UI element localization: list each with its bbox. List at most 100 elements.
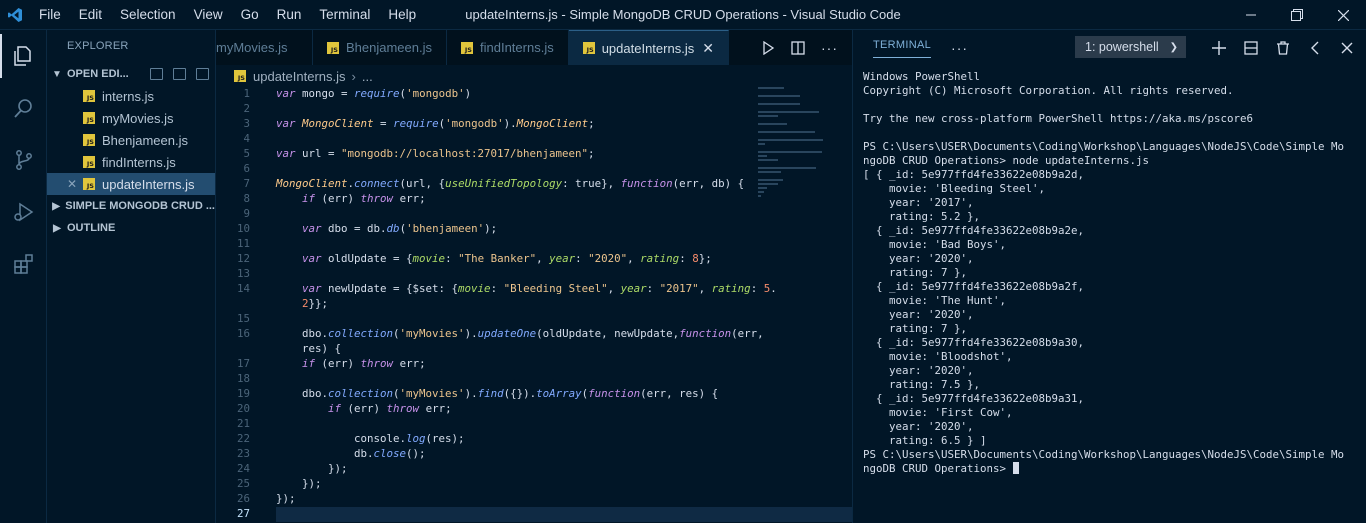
tab-findinterns[interactable]: JS findInterns.js <box>447 30 569 65</box>
open-file-mymovies[interactable]: JS myMovies.js <box>47 107 215 129</box>
tab-mymovies[interactable]: myMovies.js <box>216 30 313 65</box>
line-number: 21 <box>236 417 250 430</box>
line-number: 24 <box>236 462 250 475</box>
js-file-icon: JS <box>582 42 595 54</box>
project-folder-label: SIMPLE MONGODB CRUD ... <box>65 200 215 212</box>
close-tab-icon[interactable]: ✕ <box>702 40 714 57</box>
tab-terminal[interactable]: TERMINAL <box>873 37 932 58</box>
open-file-interns[interactable]: JS interns.js <box>47 85 215 107</box>
new-terminal-button[interactable] <box>1203 30 1235 65</box>
terminal-line: ngoDB CRUD Operations> node updateIntern… <box>863 154 1150 167</box>
extensions-icon <box>13 254 33 274</box>
file-label: Bhenjameen.js <box>102 132 188 148</box>
menu-run[interactable]: Run <box>268 0 311 30</box>
menu-help[interactable]: Help <box>379 0 425 30</box>
file-label: updateInterns.js <box>102 176 195 192</box>
maximize-panel-button[interactable] <box>1299 30 1331 65</box>
code-line[interactable]: 7 MongoClient.connect(url, {useUnifiedTop… <box>216 177 852 192</box>
close-editor-icon[interactable]: ✕ <box>67 177 77 191</box>
code-line[interactable]: 8 if (err) throw err; <box>216 192 852 207</box>
code-line[interactable]: 18 <box>216 372 852 387</box>
code-line[interactable]: 25 }); <box>216 477 852 492</box>
activity-extensions[interactable] <box>0 238 47 290</box>
code-text: var dbo = db.db('bhenjameen'); <box>302 222 498 235</box>
code-line[interactable]: 20 if (err) throw err; <box>216 402 852 417</box>
new-untitled-file-icon[interactable] <box>150 68 163 80</box>
outline-header[interactable]: ▶ OUTLINE <box>47 217 215 239</box>
breadcrumb-more[interactable]: ... <box>362 69 373 84</box>
code-line[interactable]: 24 }); <box>216 462 852 477</box>
code-line[interactable]: 10 var dbo = db.db('bhenjameen'); <box>216 222 852 237</box>
code-line[interactable]: 13 <box>216 267 852 282</box>
terminal-line: [ { _id: 5e977ffd4fe33622e08b9a2d, <box>863 168 1085 181</box>
code-line[interactable]: 16 dbo.collection('myMovies').updateOne(… <box>216 327 852 342</box>
split-editor-icon[interactable] <box>791 40 805 55</box>
code-line[interactable]: 12 var oldUpdate = {movie: "The Banker",… <box>216 252 852 267</box>
tab-bhenjameen[interactable]: JS Bhenjameen.js <box>313 30 447 65</box>
code-line[interactable]: 17 if (err) throw err; <box>216 357 852 372</box>
kill-terminal-button[interactable] <box>1267 30 1299 65</box>
code-line[interactable]: 5 var url = "mongodb://localhost:27017/bh… <box>216 147 852 162</box>
code-line[interactable]: 21 <box>216 417 852 432</box>
code-line[interactable]: 26}); <box>216 492 852 507</box>
more-actions-icon[interactable]: ··· <box>821 40 838 56</box>
minimap-line <box>758 123 787 125</box>
activity-source-control[interactable] <box>0 134 47 186</box>
code-line[interactable]: 3 var MongoClient = require('mongodb').Mo… <box>216 117 852 132</box>
activity-run-debug[interactable] <box>0 186 47 238</box>
code-line[interactable]: 23 db.close(); <box>216 447 852 462</box>
code-line[interactable]: 14 var newUpdate = {$set: {movie: "Bleed… <box>216 282 852 297</box>
terminal-line: { _id: 5e977ffd4fe33622e08b9a2e, <box>863 224 1085 237</box>
open-file-bhenjameen[interactable]: JS Bhenjameen.js <box>47 129 215 151</box>
code-line[interactable]: 9 <box>216 207 852 222</box>
minimap-line <box>758 195 761 197</box>
open-editors-header[interactable]: ▼ OPEN EDI... <box>47 63 215 85</box>
code-line[interactable]: 2 <box>216 102 852 117</box>
menu-terminal[interactable]: Terminal <box>310 0 379 30</box>
line-number: 15 <box>236 312 250 325</box>
breadcrumb-file[interactable]: updateInterns.js <box>253 69 346 84</box>
restore-button[interactable] <box>1274 0 1320 30</box>
code-line[interactable]: 11 <box>216 237 852 252</box>
line-number: 16 <box>236 327 250 340</box>
menu-selection[interactable]: Selection <box>111 0 185 30</box>
minimize-button[interactable] <box>1228 0 1274 30</box>
code-line[interactable]: res) { <box>216 342 852 357</box>
line-number: 13 <box>236 267 250 280</box>
code-line[interactable]: 2}}; <box>216 297 852 312</box>
close-all-icon[interactable] <box>196 68 209 80</box>
code-line[interactable]: 1 var mongo = require('mongodb') <box>216 87 852 102</box>
code-text: res) { <box>276 342 342 355</box>
save-all-icon[interactable] <box>173 68 186 80</box>
run-icon[interactable] <box>761 40 775 55</box>
project-folder-header[interactable]: ▶ SIMPLE MONGODB CRUD ... <box>47 195 215 217</box>
menu-go[interactable]: Go <box>232 0 268 30</box>
code-line[interactable]: 4 <box>216 132 852 147</box>
code-line[interactable]: 27 <box>216 507 852 522</box>
split-terminal-button[interactable] <box>1235 30 1267 65</box>
line-number: 23 <box>236 447 250 460</box>
menu-view[interactable]: View <box>185 0 232 30</box>
code-area[interactable]: 1 var mongo = require('mongodb') 2 3 var Mon… <box>216 87 852 522</box>
close-panel-button[interactable] <box>1331 30 1363 65</box>
tab-updateinterns[interactable]: JS updateInterns.js ✕ <box>568 30 729 65</box>
terminal-select[interactable]: 1: powershell ❯ <box>1075 36 1186 58</box>
terminal-line: Windows PowerShell <box>863 70 981 83</box>
open-file-findinterns[interactable]: JS findInterns.js <box>47 151 215 173</box>
code-line[interactable]: 15 <box>216 312 852 327</box>
terminal-output[interactable]: Windows PowerShell Copyright (C) Microsof… <box>863 70 1344 476</box>
code-text: var url = "mongodb://localhost:27017/bhe… <box>276 147 595 160</box>
code-text: 2}}; <box>302 297 329 310</box>
minimap[interactable] <box>758 87 828 197</box>
open-file-updateinterns[interactable]: ✕ JS updateInterns.js <box>47 173 215 195</box>
code-line[interactable]: 6 <box>216 162 852 177</box>
open-editors-label: OPEN EDI... <box>67 68 129 80</box>
menu-edit[interactable]: Edit <box>70 0 111 30</box>
menu-file[interactable]: File <box>30 0 70 30</box>
activity-explorer[interactable] <box>0 30 47 82</box>
code-line[interactable]: 19 dbo.collection('myMovies').find({}).t… <box>216 387 852 402</box>
activity-search[interactable] <box>0 82 47 134</box>
code-line[interactable]: 22 console.log(res); <box>216 432 852 447</box>
close-window-button[interactable] <box>1320 0 1366 30</box>
panel-more-icon[interactable]: ··· <box>951 40 968 56</box>
